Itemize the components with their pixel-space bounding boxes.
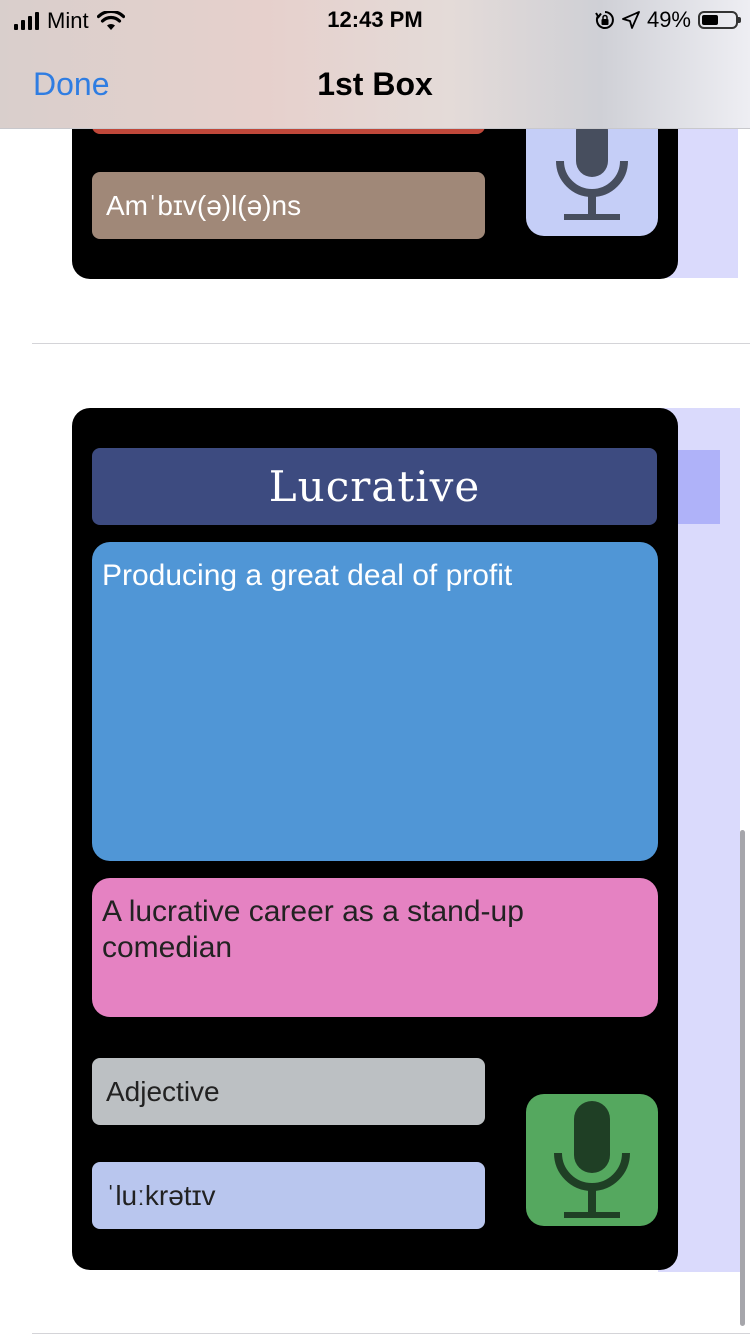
pronunciation-text: Amˈbɪv(ə)l(ə)ns: [106, 189, 302, 221]
microphone-icon: [554, 1101, 630, 1218]
pronunciation-text: ˈluːkrətɪv: [106, 1179, 216, 1211]
example-sentence-box[interactable]: A lucrative career as a stand-up comedia…: [92, 878, 658, 1017]
card-list[interactable]: Amˈbɪv(ə)l(ə)ns Lucrative Producing a gr…: [0, 0, 750, 1334]
location-arrow-icon: [622, 11, 640, 29]
microphone-button[interactable]: [526, 1094, 658, 1226]
definition-text: Producing a great deal of profit: [102, 559, 513, 592]
status-right: 49%: [595, 7, 741, 33]
orientation-lock-icon: [595, 11, 614, 29]
page-title: 1st Box: [317, 66, 433, 102]
battery-icon: [698, 11, 741, 29]
part-of-speech-text: Adjective: [106, 1075, 220, 1107]
row-divider: [32, 343, 750, 344]
pronunciation-field[interactable]: ˈluːkrətɪv: [92, 1162, 485, 1229]
status-bar: Mint 12:43 PM 49%: [0, 0, 750, 40]
word-title-text: Lucrative: [268, 462, 481, 511]
definition-box[interactable]: Producing a great deal of profit: [92, 542, 658, 861]
battery-percent: 49%: [646, 7, 691, 32]
battery-fill: [702, 15, 718, 25]
pronunciation-field[interactable]: Amˈbɪv(ə)l(ə)ns: [92, 172, 485, 239]
flashcard-lucrative[interactable]: Lucrative Producing a great deal of prof…: [72, 408, 678, 1270]
word-title: Lucrative: [92, 448, 657, 525]
example-sentence-text: A lucrative career as a stand-up comedia…: [102, 895, 524, 964]
vertical-scrollbar[interactable]: [740, 830, 745, 1326]
part-of-speech-field[interactable]: Adjective: [92, 1058, 485, 1125]
microphone-icon: [556, 115, 628, 220]
